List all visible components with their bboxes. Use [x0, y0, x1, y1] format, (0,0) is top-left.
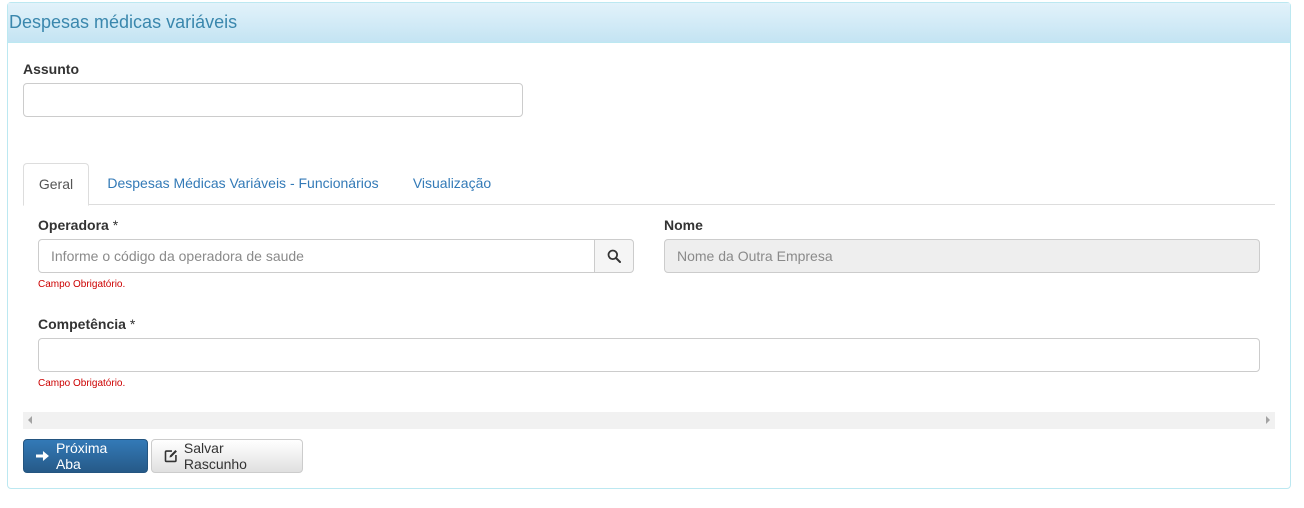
form-panel: Despesas médicas variáveis Assunto Geral… [7, 2, 1291, 489]
tab-bar: Geral Despesas Médicas Variáveis - Funci… [23, 163, 1275, 206]
competence-input[interactable] [38, 338, 1260, 372]
horizontal-scrollbar[interactable] [23, 412, 1275, 429]
required-mark: * [129, 316, 136, 332]
edit-icon [164, 450, 177, 463]
competence-error: Campo Obrigatório. [38, 378, 126, 389]
tab-visualizacao[interactable]: Visualização [412, 163, 492, 205]
competence-label: Competência * [38, 316, 135, 332]
scroll-right-icon[interactable] [1266, 416, 1270, 424]
tab-geral[interactable]: Geral [23, 163, 89, 206]
save-draft-label: Salvar Rascunho [183, 440, 247, 472]
next-tab-button[interactable]: Próxima Aba [23, 439, 148, 473]
name-label: Nome [664, 217, 703, 233]
panel-title: Despesas médicas variáveis [8, 3, 1290, 43]
search-icon [607, 249, 621, 263]
operator-error: Campo Obrigatório. [38, 279, 126, 290]
operator-label: Operadora * [38, 217, 118, 233]
competence-label-text: Competência [38, 316, 126, 332]
scroll-left-icon[interactable] [28, 416, 32, 424]
operator-search-button[interactable] [594, 239, 634, 273]
next-tab-label: Próxima Aba [55, 440, 108, 472]
operator-input[interactable] [38, 239, 595, 273]
required-mark: * [112, 217, 119, 233]
subject-label: Assunto [23, 61, 79, 77]
save-draft-button[interactable]: Salvar Rascunho [151, 439, 303, 473]
tab-despesas-funcionarios[interactable]: Despesas Médicas Variáveis - Funcionário… [107, 163, 379, 205]
operator-label-text: Operadora [38, 217, 109, 233]
arrow-right-icon [36, 451, 49, 461]
name-field [664, 239, 1260, 273]
subject-input[interactable] [23, 83, 523, 117]
